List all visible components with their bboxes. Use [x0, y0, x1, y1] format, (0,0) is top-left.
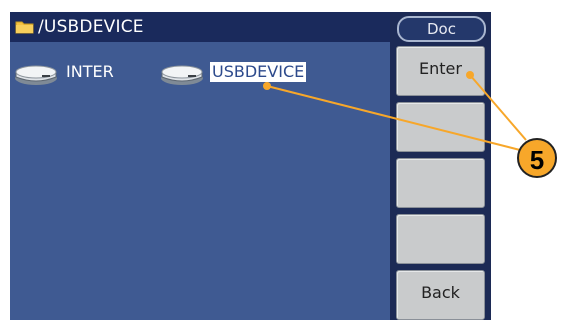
- enter-button[interactable]: Enter: [396, 46, 485, 96]
- drive-icon: [15, 65, 57, 85]
- current-path: /USBDEVICE: [38, 17, 144, 37]
- softkey-label: Enter: [419, 59, 462, 78]
- file-item-usbdevice[interactable]: USBDEVICE: [160, 58, 320, 88]
- softkey-4[interactable]: [396, 214, 485, 264]
- softkey-panel: Doc Enter Back: [392, 12, 491, 320]
- file-label: INTER: [66, 62, 114, 81]
- drive-icon: [161, 65, 203, 85]
- doc-tab[interactable]: Doc: [397, 16, 486, 42]
- softkey-3[interactable]: [396, 158, 485, 208]
- softkey-2[interactable]: [396, 102, 485, 152]
- back-button[interactable]: Back: [396, 270, 485, 320]
- callout-number: 5: [517, 138, 557, 178]
- file-item-inter[interactable]: INTER: [14, 58, 154, 88]
- instrument-screen: /USBDEVICE INTER USBDEVICE Doc Enter Bac…: [10, 12, 491, 320]
- title-bar: /USBDEVICE: [10, 12, 390, 42]
- folder-icon: [15, 21, 34, 34]
- file-browser-pane[interactable]: INTER USBDEVICE: [10, 42, 390, 320]
- softkey-label: Back: [421, 283, 460, 302]
- file-label-selected: USBDEVICE: [210, 62, 307, 82]
